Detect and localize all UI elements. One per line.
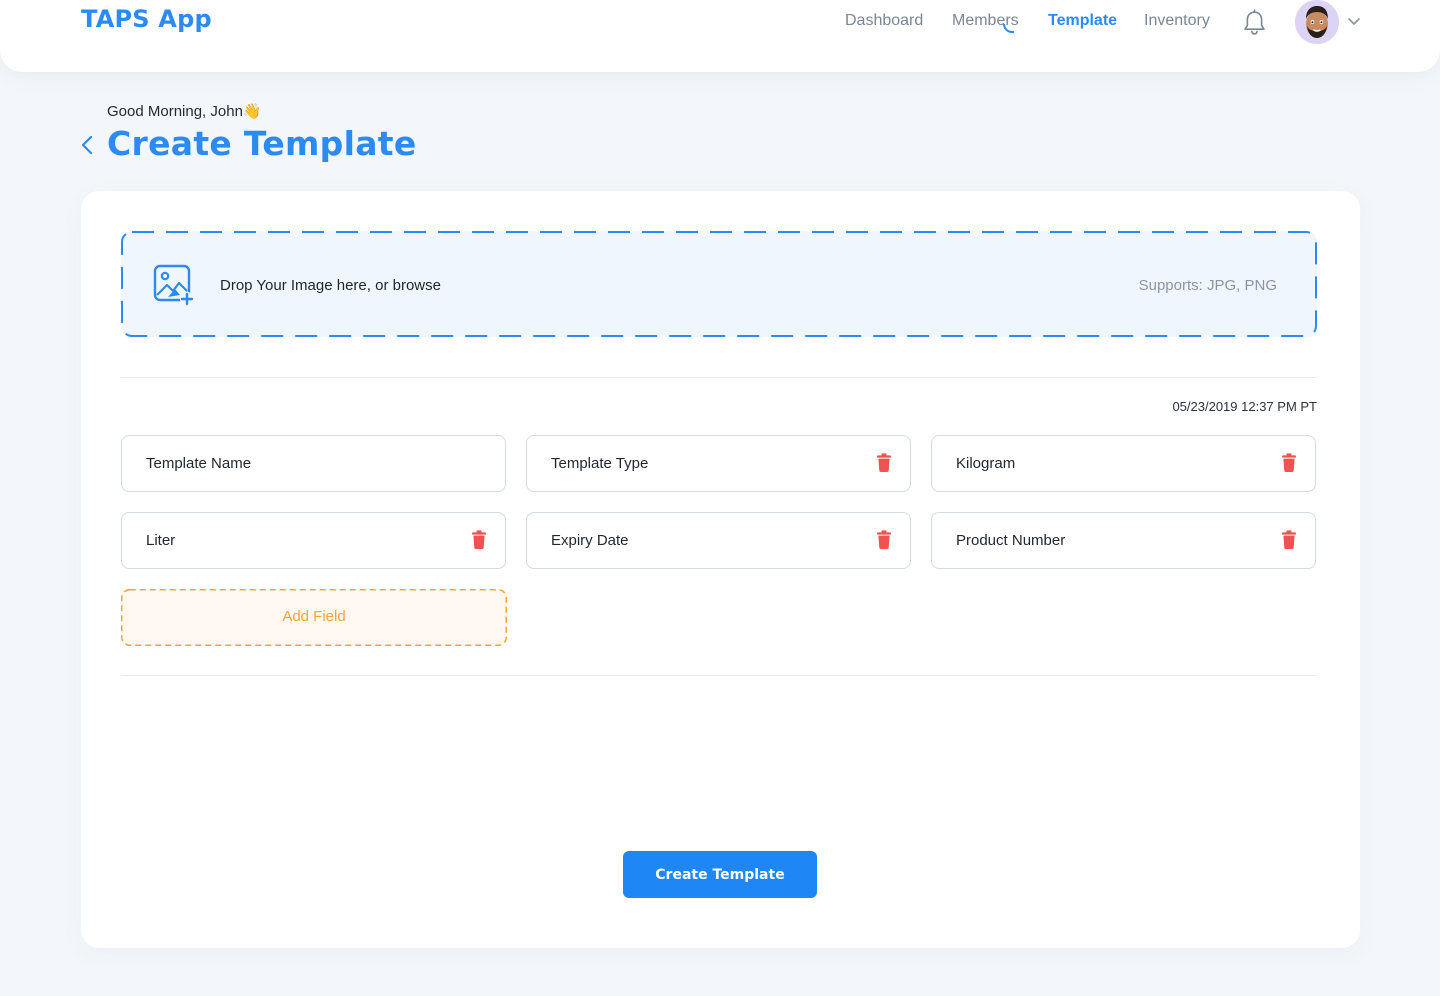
field-label: Kilogram xyxy=(956,455,1016,472)
chevron-left-icon[interactable] xyxy=(79,134,95,156)
nav-inventory[interactable]: Inventory xyxy=(1144,12,1210,32)
nav-dashboard[interactable]: Dashboard xyxy=(845,12,923,32)
divider xyxy=(121,675,1317,676)
field-label: Expiry Date xyxy=(551,532,629,549)
field-liter[interactable]: Liter xyxy=(121,512,506,569)
page-title: Create Template xyxy=(107,124,417,163)
trash-icon[interactable] xyxy=(877,453,891,472)
field-product-number[interactable]: Product Number xyxy=(931,512,1316,569)
bell-icon[interactable] xyxy=(1242,9,1267,36)
add-field-button[interactable]: Add Field xyxy=(121,589,507,646)
field-template-name[interactable]: Template Name xyxy=(121,435,506,492)
chevron-down-icon[interactable] xyxy=(1347,16,1361,26)
app-logo[interactable]: TAPS App xyxy=(81,5,212,33)
image-dropzone[interactable]: Drop Your Image here, or browse Supports… xyxy=(121,231,1317,337)
trash-icon[interactable] xyxy=(877,530,891,549)
trash-icon[interactable] xyxy=(472,530,486,549)
field-label: Template Type xyxy=(551,455,649,472)
field-label: Template Name xyxy=(146,455,252,472)
divider xyxy=(121,377,1317,378)
field-kilogram[interactable]: Kilogram xyxy=(931,435,1316,492)
avatar[interactable] xyxy=(1295,0,1339,44)
dropzone-prompt[interactable]: Drop Your Image here, or browse xyxy=(220,277,441,294)
top-navbar: TAPS App Dashboard Members Template Inve… xyxy=(0,0,1440,72)
field-label: Liter xyxy=(146,532,176,549)
template-form-card: Drop Your Image here, or browse Supports… xyxy=(81,191,1360,948)
field-template-type[interactable]: Template Type xyxy=(526,435,911,492)
create-template-button[interactable]: Create Template xyxy=(623,851,817,898)
greeting-text: Good Morning, John👋 xyxy=(107,103,262,120)
field-label: Product Number xyxy=(956,532,1066,549)
trash-icon[interactable] xyxy=(1282,530,1296,549)
timestamp: 05/23/2019 12:37 PM PT xyxy=(1172,399,1317,414)
avatar-face-icon xyxy=(1295,0,1339,44)
field-expiry-date[interactable]: Expiry Date xyxy=(526,512,911,569)
supported-formats: Supports: JPG, PNG xyxy=(1138,277,1277,294)
add-field-label: Add Field xyxy=(282,608,346,625)
image-add-icon xyxy=(153,264,194,306)
trash-icon[interactable] xyxy=(1282,453,1296,472)
nav-template[interactable]: Template xyxy=(1048,12,1117,32)
